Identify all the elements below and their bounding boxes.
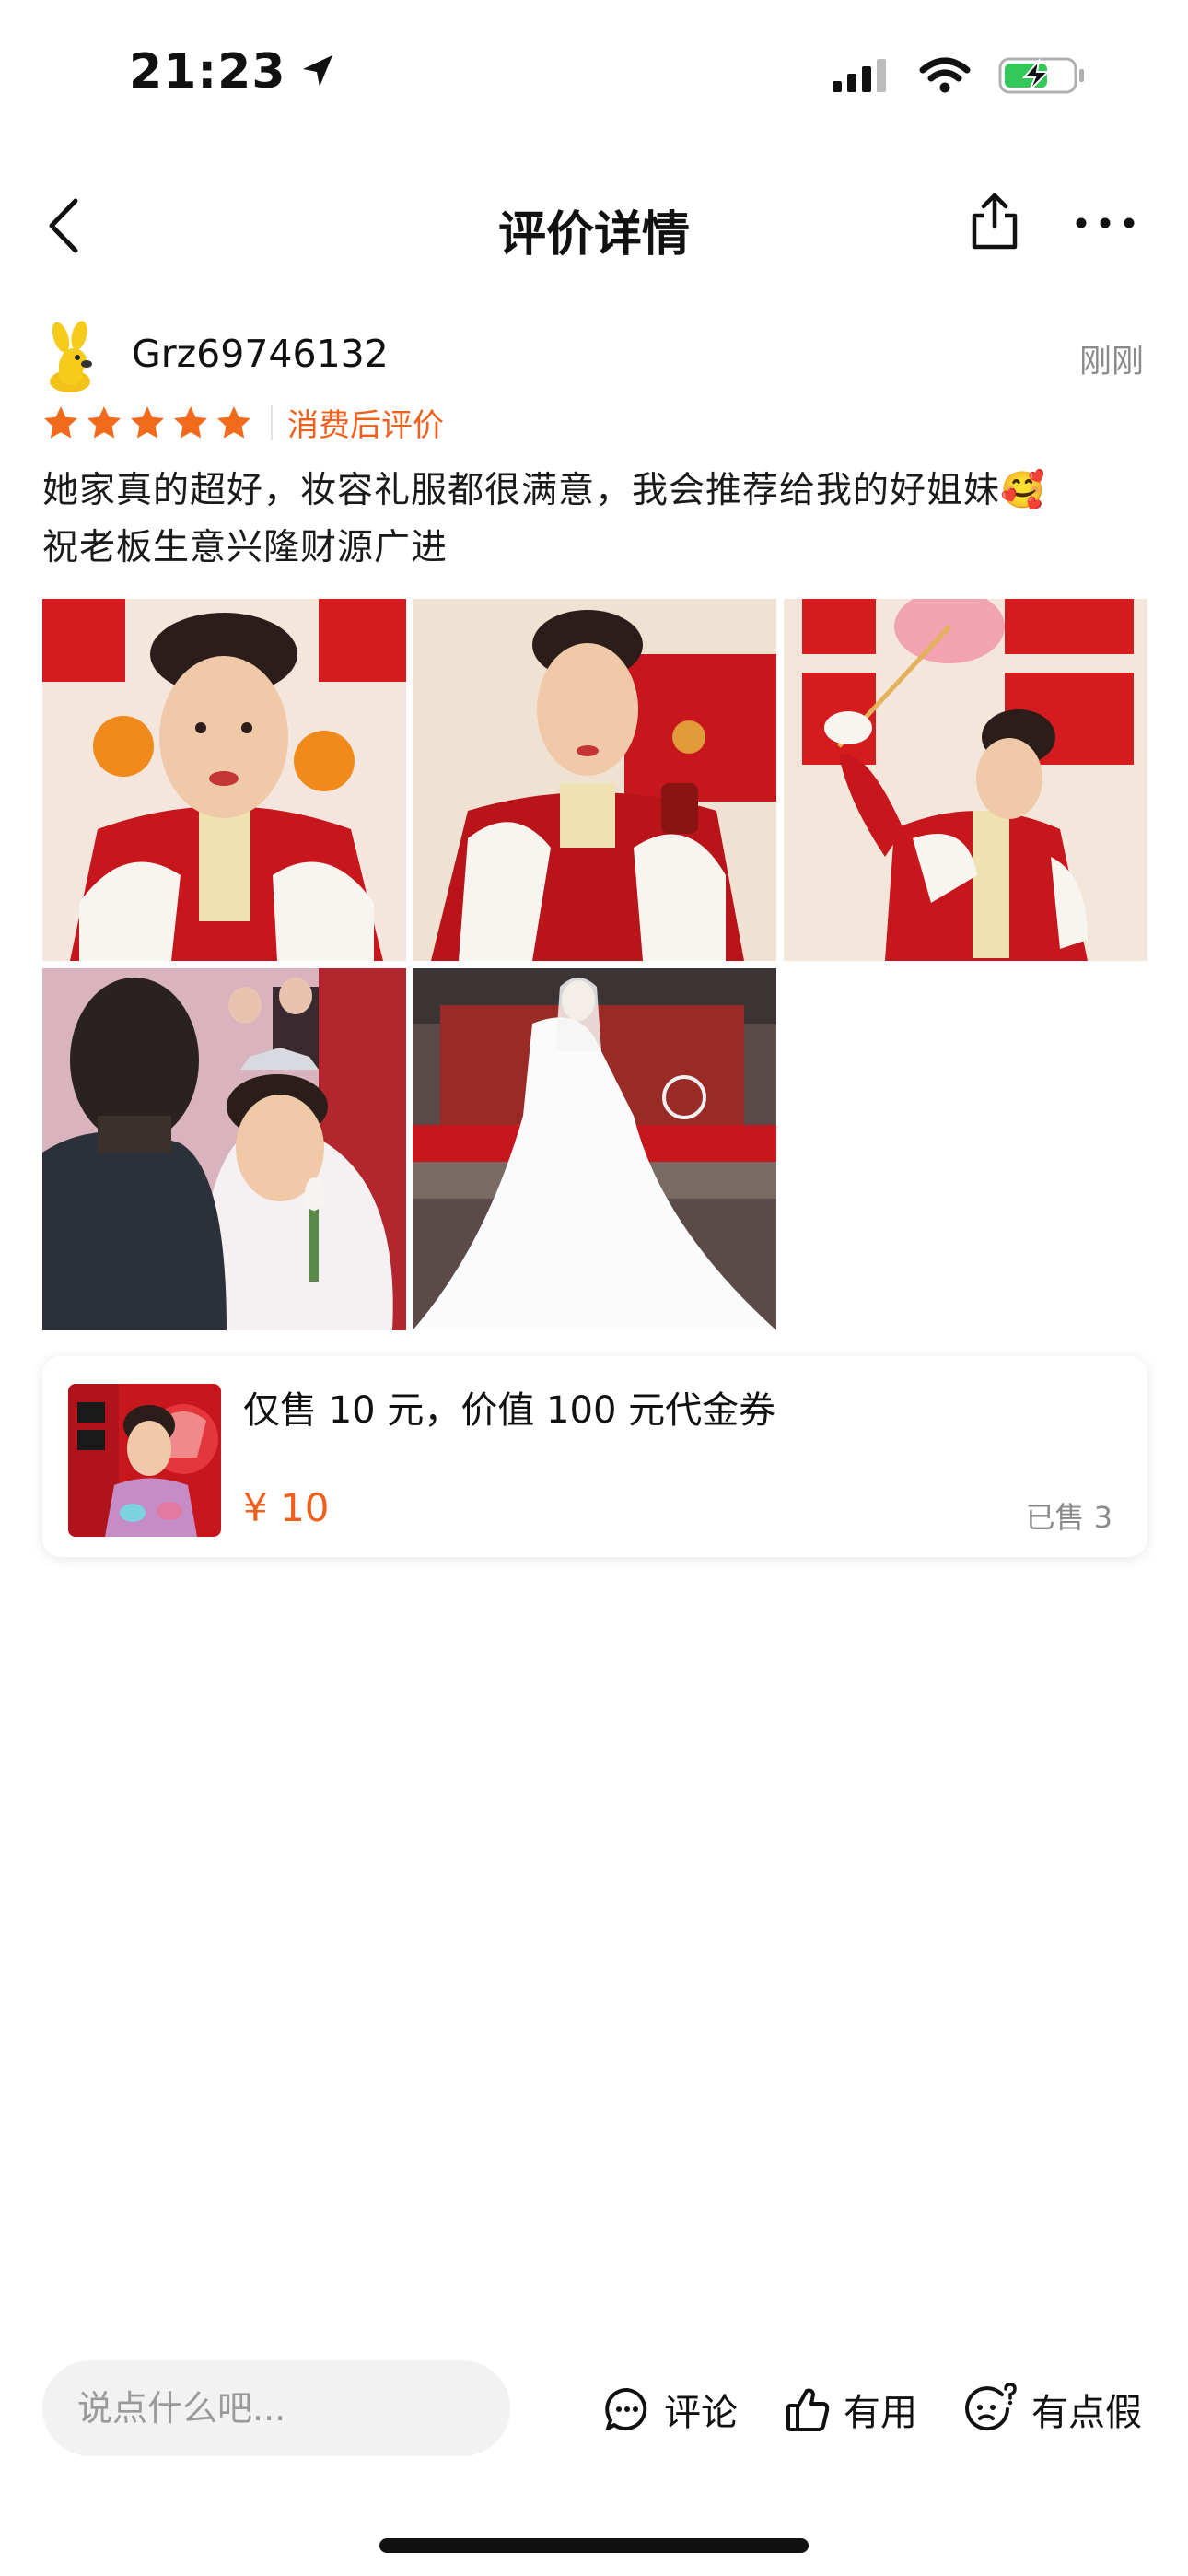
review-text: 她家真的超好，妆容礼服都很满意，我会推荐给我的好姐妹🥰 祝老板生意兴隆财源广进 xyxy=(42,463,1147,577)
fake-label: 有点假 xyxy=(1031,2392,1142,2434)
username[interactable]: Grz69746132 xyxy=(132,332,389,376)
comment-label: 评论 xyxy=(664,2392,738,2434)
review-photo-4[interactable] xyxy=(42,968,406,1330)
status-bar: 21:23 xyxy=(0,0,1188,157)
star-icon xyxy=(87,405,121,438)
status-time: 21:23 xyxy=(129,44,336,100)
useful-label: 有用 xyxy=(844,2392,917,2434)
battery-charging-icon xyxy=(998,57,1084,94)
useful-button[interactable]: 有用 xyxy=(785,2377,917,2441)
star-icon xyxy=(174,405,207,438)
cellular-signal-icon xyxy=(833,59,886,92)
product-thumbnail xyxy=(68,1384,221,1537)
rating-label: 消费后评价 xyxy=(287,407,444,444)
review-photo-2[interactable] xyxy=(413,599,776,961)
navigation-bar: 评价详情 xyxy=(0,175,1188,276)
avatar[interactable] xyxy=(42,321,109,394)
product-sold-count: 已售 3 xyxy=(1025,1500,1112,1535)
comment-bubble-icon xyxy=(605,2387,647,2430)
review-text-line-1: 她家真的超好，妆容礼服都很满意，我会推荐给我的好姐妹🥰 xyxy=(42,470,1046,511)
star-icon xyxy=(217,405,250,438)
review-photo-1[interactable] xyxy=(42,599,406,961)
star-icon xyxy=(131,405,164,438)
wifi-icon xyxy=(919,57,971,93)
product-price: ¥ 10 xyxy=(243,1485,330,1530)
review-time: 刚刚 xyxy=(1078,344,1144,381)
rating-row: 消费后评价 xyxy=(42,400,444,445)
review-photo-5[interactable] xyxy=(413,968,776,1330)
comment-input[interactable] xyxy=(42,2360,510,2456)
home-indicator[interactable] xyxy=(379,2538,809,2553)
thumbs-up-icon xyxy=(786,2388,830,2431)
doubtful-face-icon xyxy=(965,2383,1017,2431)
share-icon[interactable] xyxy=(967,188,1022,252)
fake-button[interactable]: 有点假 xyxy=(965,2377,1142,2441)
product-title: 仅售 10 元，价值 100 元代金券 xyxy=(243,1389,776,1432)
rating-divider xyxy=(271,404,273,440)
status-icons xyxy=(831,55,1087,96)
review-text-line-2: 祝老板生意兴隆财源广进 xyxy=(42,527,448,568)
comment-button[interactable]: 评论 xyxy=(603,2377,738,2441)
location-arrow-icon xyxy=(302,55,332,87)
star-icon xyxy=(44,405,77,438)
more-icon[interactable] xyxy=(1068,188,1142,252)
review-photo-3[interactable] xyxy=(784,599,1147,961)
status-time-text: 21:23 xyxy=(129,44,286,100)
star-rating xyxy=(42,404,252,441)
product-card[interactable]: 仅售 10 元，价值 100 元代金券 ¥ 10 已售 3 xyxy=(42,1356,1147,1557)
